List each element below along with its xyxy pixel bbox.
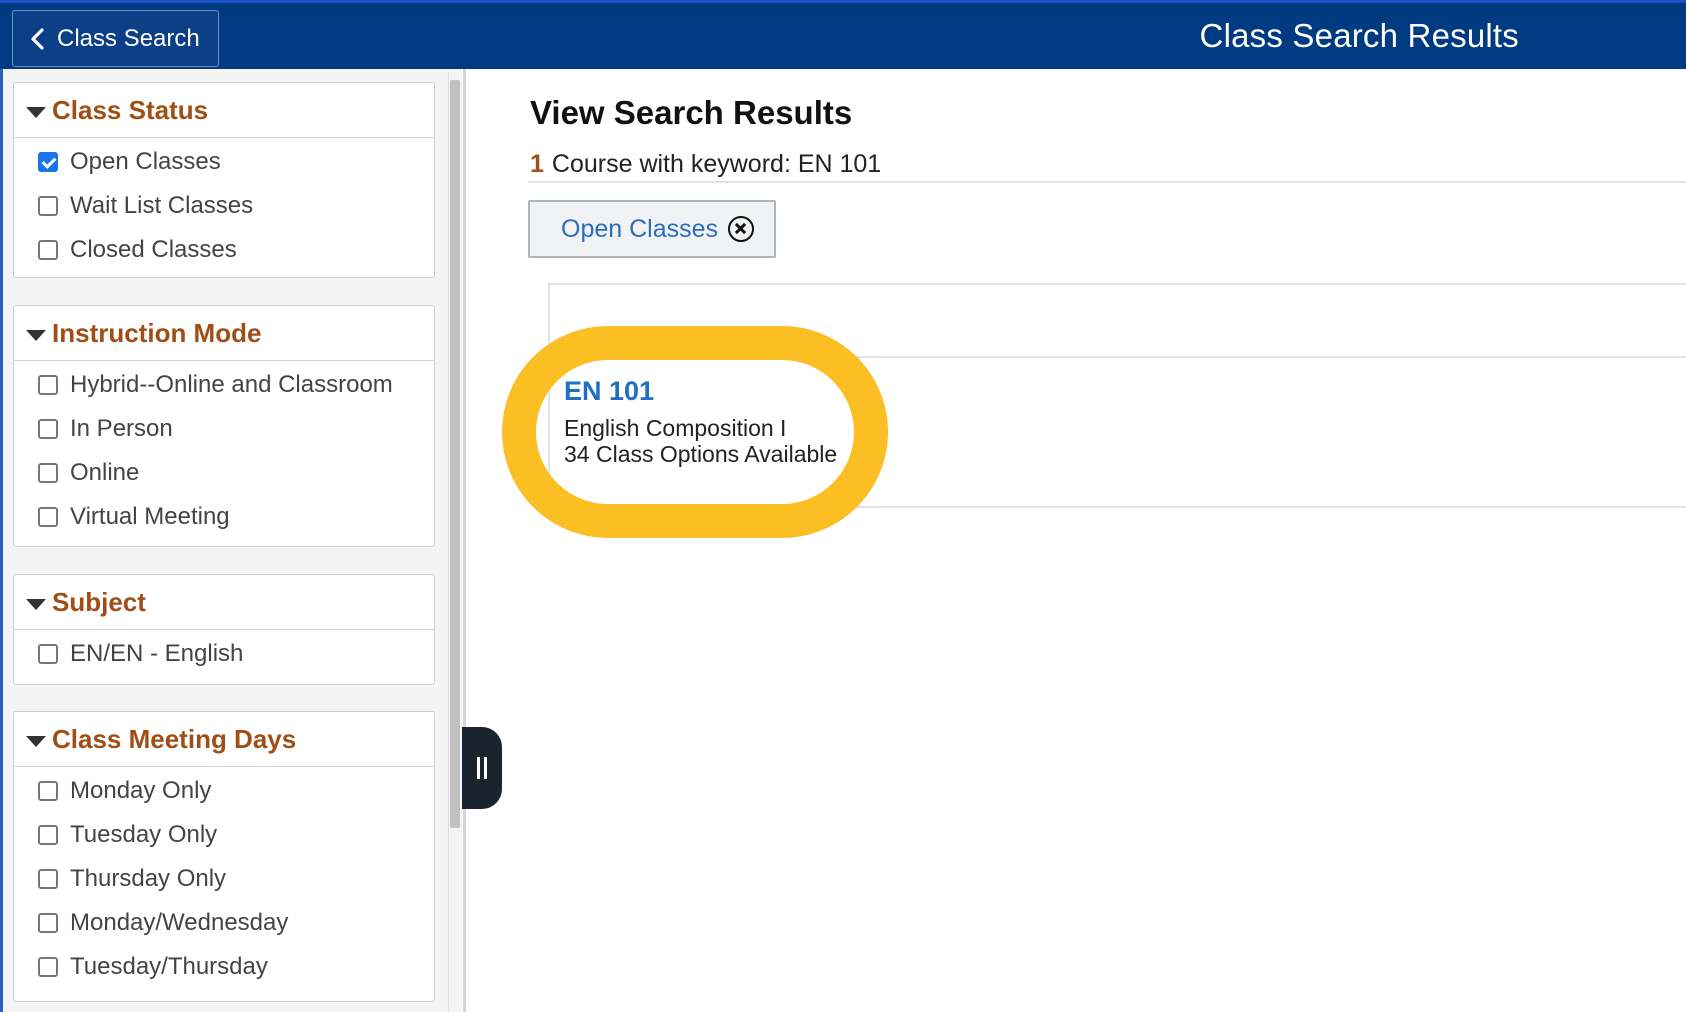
remove-filter-icon[interactable] — [728, 216, 755, 242]
checkbox[interactable] — [38, 957, 58, 977]
active-filter-chip-open-classes[interactable]: Open Classes — [528, 200, 776, 258]
page-title: View Search Results — [530, 94, 853, 131]
filter-group-title: Instruction Mode — [52, 317, 262, 348]
caret-down-icon — [26, 735, 46, 747]
filter-group-class-status: Class Status Open Classes Wait List Clas… — [13, 82, 435, 278]
filter-option-virtual-meeting[interactable]: Virtual Meeting — [14, 495, 434, 539]
caret-down-icon — [26, 106, 46, 118]
checkbox[interactable] — [38, 196, 58, 216]
filter-group-title: Class Meeting Days — [52, 723, 297, 754]
filter-option-label: Closed Classes — [70, 236, 237, 263]
filter-option-in-person[interactable]: In Person — [14, 407, 434, 451]
filter-group-header-class-status[interactable]: Class Status — [14, 83, 434, 138]
filter-option-label: Online — [70, 459, 140, 486]
filter-option-tuesday-thursday[interactable]: Tuesday/Thursday — [14, 945, 434, 989]
back-to-class-search-button[interactable]: Class Search — [12, 10, 219, 67]
filter-option-label: Monday/Wednesday — [70, 909, 289, 936]
checkbox[interactable] — [38, 781, 58, 801]
pause-bars-icon — [484, 757, 487, 779]
filter-option-label: Hybrid--Online and Classroom — [70, 371, 393, 398]
result-summary: 1 Course with keyword: EN 101 — [530, 150, 881, 179]
filter-option-label: Wait List Classes — [70, 192, 254, 219]
filter-option-open-classes[interactable]: Open Classes — [14, 140, 434, 184]
checkbox[interactable] — [38, 419, 58, 439]
filter-option-tuesday-only[interactable]: Tuesday Only — [14, 813, 434, 857]
back-button-label: Class Search — [57, 24, 200, 52]
filter-option-label: Thursday Only — [70, 865, 227, 892]
course-result-en-101[interactable]: EN 101 English Composition I 34 Class Op… — [564, 376, 864, 467]
filter-option-label: Tuesday/Thursday — [70, 953, 268, 980]
course-class-options: 34 Class Options Available — [564, 441, 838, 467]
filter-option-en-english[interactable]: EN/EN - English — [14, 632, 434, 676]
filter-option-online[interactable]: Online — [14, 451, 434, 495]
filter-group-subject: Subject EN/EN - English — [13, 574, 435, 685]
filter-option-label: Virtual Meeting — [70, 503, 230, 530]
checkbox[interactable] — [38, 240, 58, 260]
checkbox[interactable] — [38, 375, 58, 395]
checkbox[interactable] — [38, 507, 58, 527]
divider — [528, 181, 1686, 183]
filter-option-label: EN/EN - English — [70, 640, 244, 667]
filter-option-label: Tuesday Only — [70, 821, 218, 848]
filter-option-hybrid[interactable]: Hybrid--Online and Classroom — [14, 363, 434, 407]
caret-down-icon — [26, 598, 46, 610]
checkbox-checked[interactable] — [38, 152, 58, 172]
filter-group-header-subject[interactable]: Subject — [14, 575, 434, 630]
filter-option-closed-classes[interactable]: Closed Classes — [14, 228, 434, 272]
sidebar-divider — [463, 69, 466, 1012]
filter-group-title: Subject — [52, 586, 146, 617]
filter-option-wait-list-classes[interactable]: Wait List Classes — [14, 184, 434, 228]
checkbox[interactable] — [38, 825, 58, 845]
filter-chip-label: Open Classes — [561, 214, 719, 243]
checkbox[interactable] — [38, 869, 58, 889]
chevron-left-icon — [31, 27, 44, 50]
top-bar: Class Search Class Search Results — [0, 0, 1686, 69]
result-count: 1 — [530, 150, 544, 178]
filter-group-class-meeting-days: Class Meeting Days Monday Only Tuesday O… — [13, 711, 435, 1002]
checkbox[interactable] — [38, 463, 58, 483]
filter-option-monday-wednesday[interactable]: Monday/Wednesday — [14, 901, 434, 945]
course-title: English Composition I — [564, 415, 787, 441]
filter-option-label: Monday Only — [70, 777, 212, 804]
filter-group-title: Class Status — [52, 94, 209, 125]
filter-option-thursday-only[interactable]: Thursday Only — [14, 857, 434, 901]
caret-down-icon — [26, 329, 46, 341]
sidebar-collapse-handle[interactable] — [462, 727, 502, 809]
checkbox[interactable] — [38, 913, 58, 933]
course-code-link[interactable]: EN 101 — [564, 376, 864, 407]
result-description: Course with keyword: EN 101 — [551, 150, 882, 178]
filter-option-label: Open Classes — [70, 148, 221, 175]
pause-bars-icon — [477, 757, 480, 779]
filter-option-monday-only[interactable]: Monday Only — [14, 769, 434, 813]
filter-option-label: In Person — [70, 415, 173, 442]
page-header-title: Class Search Results — [1199, 17, 1519, 54]
filter-group-header-instruction-mode[interactable]: Instruction Mode — [14, 306, 434, 361]
filter-group-instruction-mode: Instruction Mode Hybrid--Online and Clas… — [13, 305, 435, 547]
filter-group-header-class-meeting-days[interactable]: Class Meeting Days — [14, 712, 434, 767]
sidebar-scrollbar-thumb[interactable] — [450, 80, 460, 828]
checkbox[interactable] — [38, 644, 58, 664]
